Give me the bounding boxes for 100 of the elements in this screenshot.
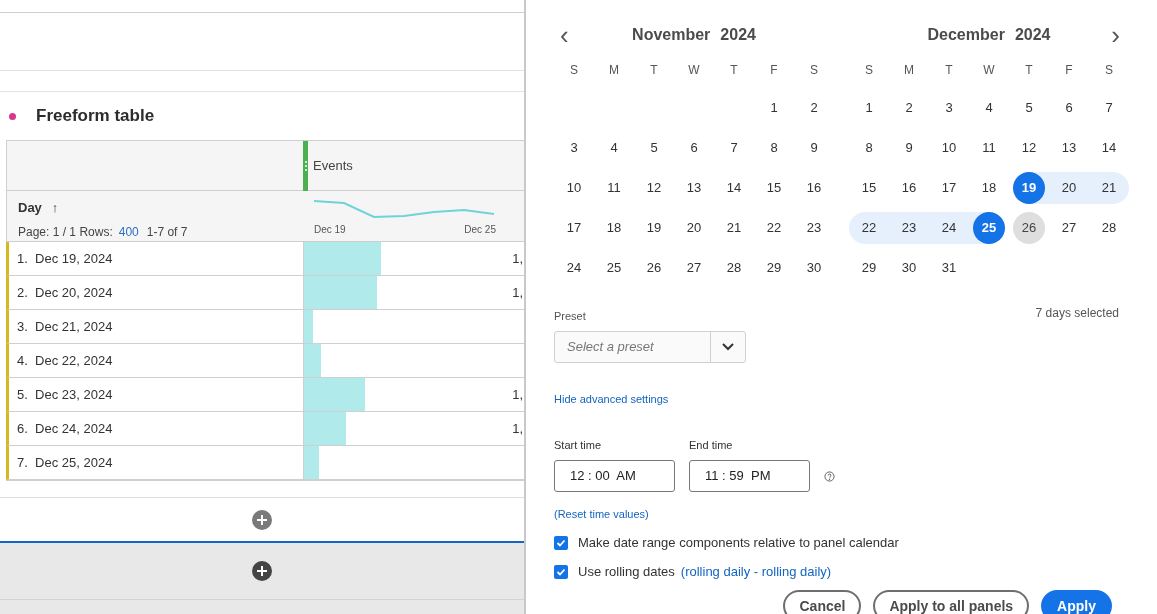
calendar-day[interactable]: 5: [1013, 92, 1045, 124]
calendar-day[interactable]: 9: [893, 132, 925, 164]
calendar-day[interactable]: 17: [933, 172, 965, 204]
reset-time-link[interactable]: (Reset time values): [554, 505, 649, 522]
table-cell-text: 5. Dec 23, 2024: [17, 385, 113, 404]
calendar-day[interactable]: 7: [718, 132, 750, 164]
calendar-day[interactable]: 16: [798, 172, 830, 204]
year-title: 2024: [1014, 25, 1051, 45]
weekday-label: S: [864, 62, 874, 79]
calendar-day[interactable]: 13: [1053, 132, 1085, 164]
calendar-day[interactable]: 15: [853, 172, 885, 204]
calendar-day[interactable]: 21: [1093, 172, 1125, 204]
previous-month-button[interactable]: ‹: [560, 22, 569, 48]
calendar-day[interactable]: 24: [933, 212, 965, 244]
calendar-day[interactable]: 17: [558, 212, 590, 244]
help-icon[interactable]: [824, 470, 835, 482]
calendar-day[interactable]: 30: [798, 252, 830, 284]
calendar-day[interactable]: 14: [1093, 132, 1125, 164]
column-header[interactable]: Day: [18, 198, 42, 218]
calendar-day[interactable]: 12: [638, 172, 670, 204]
add-icon[interactable]: [252, 561, 272, 581]
calendar-day[interactable]: 10: [933, 132, 965, 164]
calendar-day[interactable]: 29: [853, 252, 885, 284]
calendar-day[interactable]: 7: [1093, 92, 1125, 124]
calendar-day[interactable]: 29: [758, 252, 790, 284]
add-icon[interactable]: [252, 509, 272, 530]
calendar-day[interactable]: 12: [1013, 132, 1045, 164]
calendar-day[interactable]: 14: [718, 172, 750, 204]
dialog-button[interactable]: Cancel: [783, 590, 862, 614]
calendar-day[interactable]: 1: [853, 92, 885, 124]
calendar-day[interactable]: 26: [638, 252, 670, 284]
calendar-day[interactable]: 10: [558, 172, 590, 204]
calendar-day[interactable]: 28: [1093, 212, 1125, 244]
calendar-day[interactable]: 30: [893, 252, 925, 284]
calendar-day[interactable]: 4: [973, 92, 1005, 124]
calendar-day[interactable]: 25: [598, 252, 630, 284]
calendar-day[interactable]: 23: [893, 212, 925, 244]
table-cell-text: 1,: [512, 283, 524, 302]
time-field[interactable]: 12 : 00 AM: [554, 459, 675, 492]
checkbox[interactable]: [554, 536, 568, 550]
calendar-day[interactable]: 16: [893, 172, 925, 204]
next-month-button[interactable]: ›: [1111, 22, 1120, 48]
range-highlight: [849, 212, 889, 244]
weekday-label: S: [1104, 62, 1114, 79]
calendar-day[interactable]: 18: [973, 172, 1005, 204]
calendar-day[interactable]: 23: [798, 212, 830, 244]
calendar-day[interactable]: 25: [973, 212, 1005, 244]
calendar-day[interactable]: 8: [853, 132, 885, 164]
table-cell-text: 1,: [512, 385, 524, 404]
checkbox-label: Make date range components relative to panel calendar: [578, 534, 899, 553]
dialog-button[interactable]: Apply: [1041, 590, 1112, 614]
field-label: Preset: [554, 309, 587, 324]
calendar-day[interactable]: 20: [678, 212, 710, 244]
calendar-day[interactable]: 22: [853, 212, 885, 244]
axis-label: Dec 19: [314, 223, 346, 237]
table-cell-text: 7. Dec 25, 2024: [17, 453, 113, 472]
time-field[interactable]: 11 : 59 PM: [689, 459, 810, 492]
calendar-day[interactable]: 1: [758, 92, 790, 124]
preset-placeholder: Select a preset: [566, 337, 655, 356]
calendar-day[interactable]: 31: [933, 252, 965, 284]
calendar-day[interactable]: 6: [1053, 92, 1085, 124]
calendar-day[interactable]: 2: [893, 92, 925, 124]
calendar-day[interactable]: 19: [1013, 172, 1045, 204]
column-header[interactable]: Events: [313, 155, 353, 176]
calendar-day[interactable]: 9: [798, 132, 830, 164]
column-handle-icon[interactable]: [303, 140, 308, 191]
pagination-text: Page: 1 / 1 Rows:: [18, 223, 113, 241]
calendar-day[interactable]: 20: [1053, 172, 1085, 204]
calendar-day[interactable]: 11: [598, 172, 630, 204]
calendar-day[interactable]: 13: [678, 172, 710, 204]
calendar-day[interactable]: 6: [678, 132, 710, 164]
calendar-day[interactable]: 18: [598, 212, 630, 244]
dialog-button[interactable]: Apply to all panels: [873, 590, 1030, 614]
calendar-day[interactable]: 21: [718, 212, 750, 244]
calendar-day[interactable]: 24: [558, 252, 590, 284]
calendar-day[interactable]: 3: [558, 132, 590, 164]
calendar-day[interactable]: 8: [758, 132, 790, 164]
calendar-day[interactable]: 15: [758, 172, 790, 204]
checkbox-label: Use rolling dates: [578, 563, 675, 582]
rolling-dates-link[interactable]: (rolling daily - rolling daily): [680, 562, 832, 582]
calendar-day[interactable]: 22: [758, 212, 790, 244]
calendar-day[interactable]: 5: [638, 132, 670, 164]
calendar-day[interactable]: 2: [798, 92, 830, 124]
calendar-day[interactable]: 3: [933, 92, 965, 124]
checkmark-icon: [556, 538, 566, 548]
advanced-settings-link[interactable]: Hide advanced settings: [554, 390, 669, 407]
preset-dropdown[interactable]: Select a preset: [554, 330, 746, 363]
calendar-day[interactable]: 4: [598, 132, 630, 164]
table-cell-text: 6. Dec 24, 2024: [17, 419, 113, 438]
checkbox[interactable]: [554, 565, 568, 579]
calendar-day[interactable]: 27: [678, 252, 710, 284]
calendar-day[interactable]: 19: [638, 212, 670, 244]
weekday-label: M: [903, 62, 915, 79]
sort-icon[interactable]: ↑: [51, 198, 59, 218]
rows-per-page-link[interactable]: 400: [118, 222, 139, 241]
calendar-day[interactable]: 11: [973, 132, 1005, 164]
calendar-day[interactable]: 28: [718, 252, 750, 284]
calendar-day[interactable]: 27: [1053, 212, 1085, 244]
calendar-day[interactable]: 26: [1013, 212, 1045, 244]
month-title: December: [927, 25, 1005, 45]
